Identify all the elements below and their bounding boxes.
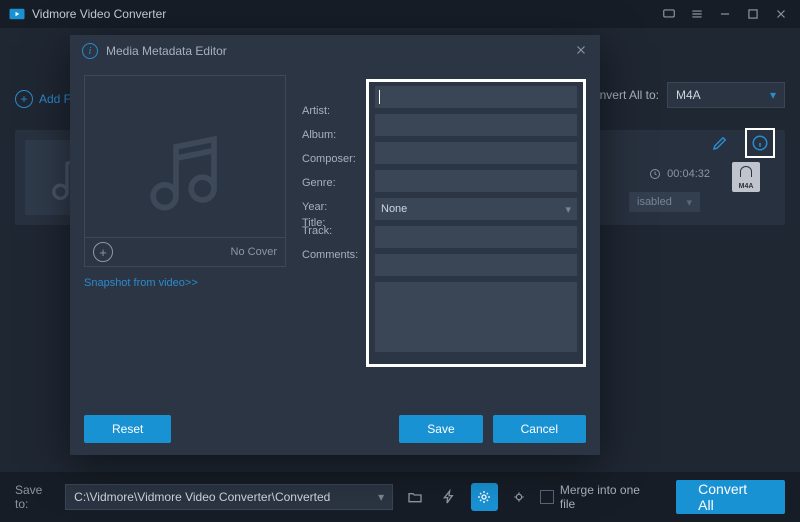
merge-checkbox[interactable]: Merge into one file <box>540 483 654 511</box>
add-cover-button[interactable]: + <box>93 242 113 262</box>
cancel-button[interactable]: Cancel <box>493 415 586 443</box>
genre-select[interactable]: None▾ <box>375 198 577 220</box>
convert-all-button[interactable]: Convert All <box>676 480 785 514</box>
output-format-value: M4A <box>676 88 701 102</box>
genre-label: Genre: <box>302 177 358 189</box>
lightning-button[interactable] <box>436 483 463 511</box>
bottom-bar: Save to: C:\Vidmore\Vidmore Video Conver… <box>0 472 800 522</box>
duration-value: 00:04:32 <box>667 168 710 180</box>
caret-down-icon: ▾ <box>770 88 776 102</box>
settings-gear-button[interactable] <box>471 483 498 511</box>
open-folder-button[interactable] <box>401 483 428 511</box>
year-input[interactable] <box>375 226 577 248</box>
modal-close-button[interactable] <box>574 43 588 60</box>
comments-label: Comments: <box>302 249 358 261</box>
no-cover-label: No Cover <box>231 246 277 258</box>
settings-dropdown-button[interactable] <box>506 483 533 511</box>
composer-label: Composer: <box>302 153 358 165</box>
modal-title: Media Metadata Editor <box>106 44 227 58</box>
save-to-label: Save to: <box>15 483 57 511</box>
comments-textarea[interactable] <box>375 282 577 352</box>
metadata-info-button[interactable] <box>745 128 775 158</box>
plus-icon: + <box>15 90 33 108</box>
reset-button[interactable]: Reset <box>84 415 171 443</box>
caret-down-icon: ▾ <box>565 203 571 216</box>
app-title: Vidmore Video Converter <box>32 7 166 21</box>
subtitle-select[interactable]: isabled ▾ <box>629 192 700 212</box>
metadata-editor-modal: i Media Metadata Editor + No Cover Snaps… <box>70 35 600 455</box>
album-label: Album: <box>302 129 358 141</box>
album-input[interactable] <box>375 142 577 164</box>
app-logo-icon <box>8 5 26 23</box>
artist-input[interactable] <box>375 114 577 136</box>
caret-down-icon: ▾ <box>378 490 384 504</box>
title-input[interactable] <box>375 86 577 108</box>
menu-icon[interactable] <box>686 3 708 25</box>
cover-art-box: + No Cover <box>84 75 286 267</box>
track-input[interactable] <box>375 254 577 276</box>
clock-icon <box>649 168 661 180</box>
maximize-icon[interactable] <box>742 3 764 25</box>
output-format-badge[interactable]: M4A <box>732 162 760 192</box>
edit-icon[interactable] <box>709 132 731 154</box>
save-button[interactable]: Save <box>399 415 482 443</box>
caret-down-icon: ▾ <box>686 196 692 209</box>
checkbox-icon <box>540 490 553 504</box>
track-label: Track: <box>302 225 358 237</box>
snapshot-link[interactable]: Snapshot from video>> <box>84 277 284 289</box>
feedback-icon[interactable] <box>658 3 680 25</box>
artist-label: Artist: <box>302 105 358 117</box>
year-label: Year: <box>302 201 358 213</box>
minimize-icon[interactable] <box>714 3 736 25</box>
music-note-icon <box>138 124 233 219</box>
close-icon[interactable] <box>770 3 792 25</box>
composer-input[interactable] <box>375 170 577 192</box>
info-icon: i <box>82 43 98 59</box>
output-path-value: C:\Vidmore\Vidmore Video Converter\Conve… <box>74 490 330 504</box>
merge-label: Merge into one file <box>560 483 654 511</box>
output-format-select[interactable]: M4A ▾ <box>667 82 785 108</box>
output-path-select[interactable]: C:\Vidmore\Vidmore Video Converter\Conve… <box>65 484 393 510</box>
titlebar: Vidmore Video Converter <box>0 0 800 28</box>
